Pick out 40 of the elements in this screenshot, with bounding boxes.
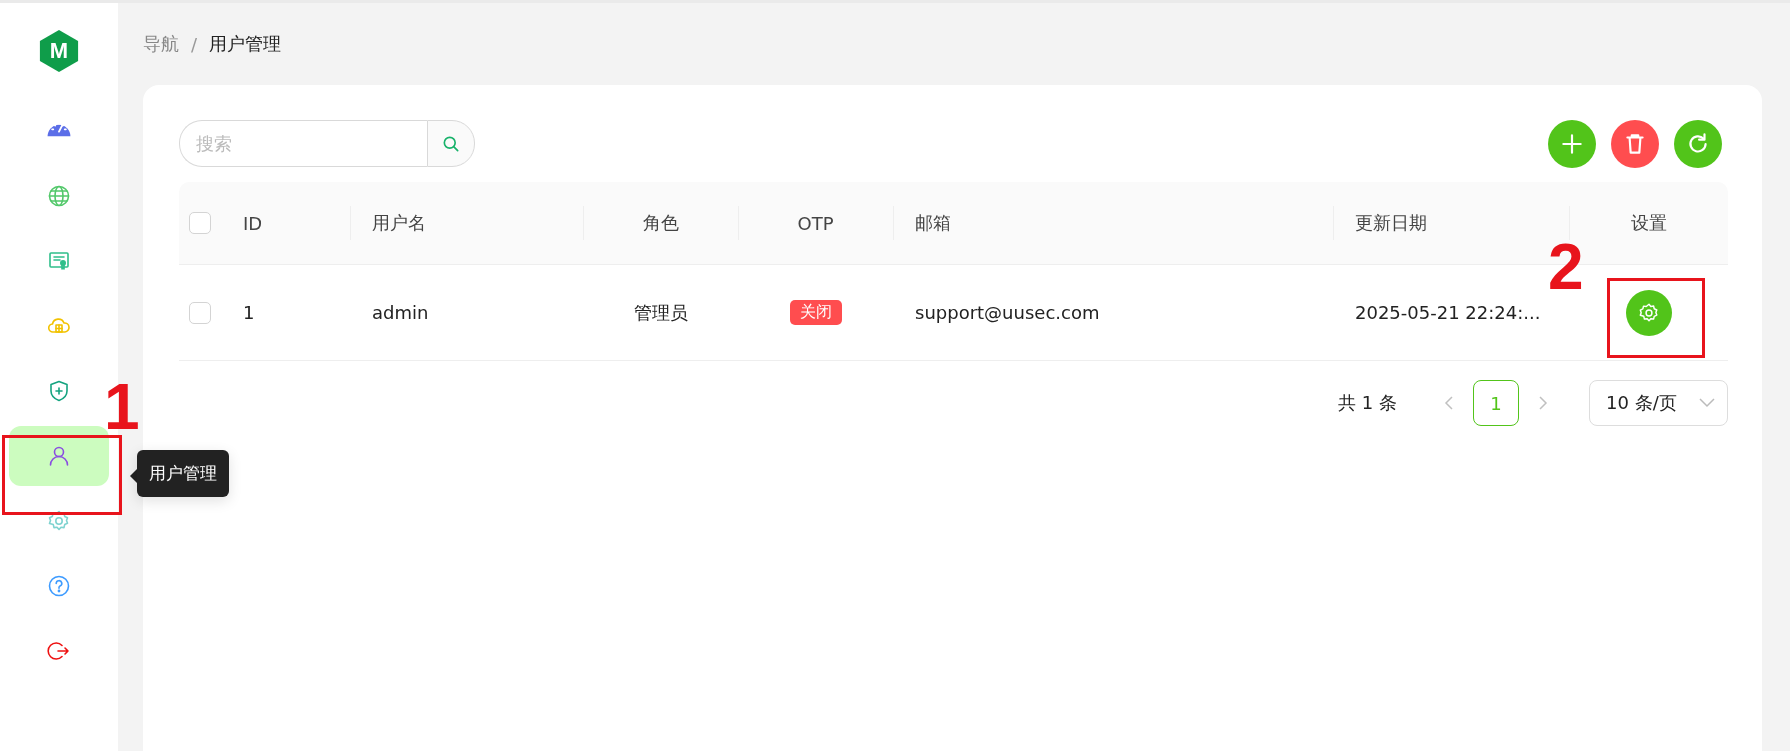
column-header: ID <box>243 212 263 234</box>
column-header: 用户名 <box>372 211 426 235</box>
page-size-select[interactable]: 10 条/页 <box>1589 380 1728 426</box>
column-header: 邮箱 <box>915 211 951 235</box>
annotation-number: 2 <box>1548 235 1584 299</box>
tooltip: 用户管理 <box>137 450 229 497</box>
help-icon <box>47 573 71 598</box>
nav-item[interactable] <box>9 425 109 486</box>
table-cell: support@uusec.com <box>915 302 1100 323</box>
table-cell: 2025-05-21 22:24:... <box>1355 302 1541 323</box>
table-cell: 1 <box>243 302 255 323</box>
search-button[interactable] <box>427 120 475 167</box>
column-header: 设置 <box>1630 211 1667 235</box>
chevron-down-icon <box>1699 398 1715 408</box>
gauge-icon <box>47 124 71 137</box>
shield-icon <box>47 378 71 403</box>
breadcrumb-item: 用户管理 <box>209 32 282 56</box>
column-header: OTP <box>797 212 834 234</box>
globe-icon <box>47 183 71 208</box>
column-header: 更新日期 <box>1355 211 1427 235</box>
refresh-button[interactable] <box>1674 119 1722 168</box>
settings-icon <box>47 508 71 533</box>
annotation-number: 1 <box>104 375 140 439</box>
table-cell: 管理员 <box>633 300 688 325</box>
checkbox[interactable] <box>189 212 211 234</box>
total-count: 共 1 条 <box>1338 391 1397 415</box>
delete-button[interactable] <box>1611 119 1659 168</box>
checkbox[interactable] <box>189 301 211 324</box>
add-button[interactable] <box>1548 119 1596 168</box>
breadcrumb-item[interactable]: 导航 <box>143 32 179 56</box>
logo: M <box>39 29 79 73</box>
search-field[interactable]: 搜索 <box>179 120 427 167</box>
status-tag: 关闭 <box>789 300 842 325</box>
table-cell: admin <box>372 302 429 323</box>
settings-icon <box>1637 301 1660 324</box>
page-button[interactable]: 1 <box>1473 380 1519 426</box>
prev-page-icon[interactable] <box>1443 395 1455 411</box>
column-header: 角色 <box>642 211 679 235</box>
breadcrumb-separator: / <box>191 33 198 55</box>
next-page-icon[interactable] <box>1537 395 1549 411</box>
